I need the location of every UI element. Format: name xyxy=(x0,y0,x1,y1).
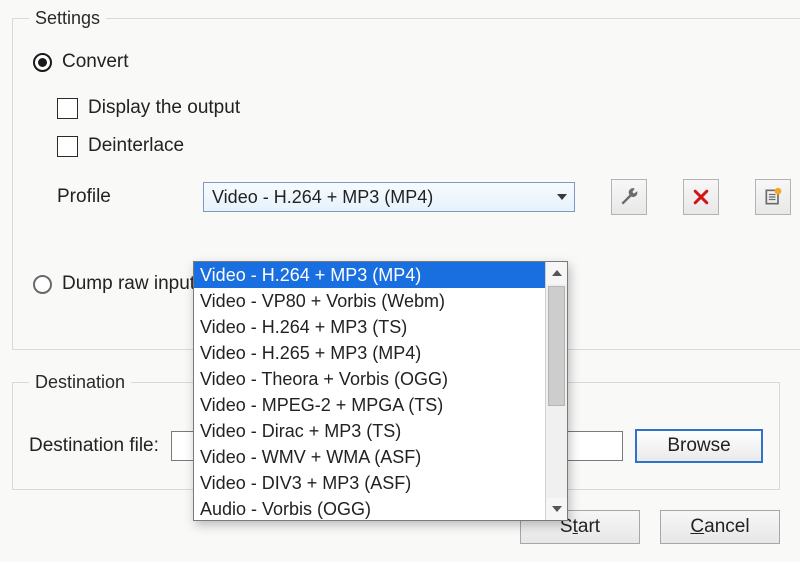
delete-icon xyxy=(691,187,711,207)
chevron-up-icon xyxy=(552,270,562,276)
dump-raw-label: Dump raw input xyxy=(62,273,195,295)
radio-icon xyxy=(33,275,52,294)
cancel-button[interactable]: Cancel xyxy=(660,510,780,544)
radio-icon xyxy=(33,53,52,72)
profile-option[interactable]: Video - VP80 + Vorbis (Webm) xyxy=(194,288,545,314)
profile-option[interactable]: Video - MPEG-2 + MPGA (TS) xyxy=(194,392,545,418)
new-profile-icon xyxy=(763,187,783,207)
edit-profile-button[interactable] xyxy=(611,179,647,215)
scrollbar-thumb[interactable] xyxy=(548,286,565,406)
checkbox-icon xyxy=(57,136,78,157)
deinterlace-label: Deinterlace xyxy=(88,135,184,157)
wrench-icon xyxy=(619,187,639,207)
profile-combobox[interactable]: Video - H.264 + MP3 (MP4) xyxy=(203,182,575,212)
profile-option[interactable]: Video - H.264 + MP3 (MP4) xyxy=(194,262,545,288)
profile-option[interactable]: Video - H.264 + MP3 (TS) xyxy=(194,314,545,340)
display-output-checkbox[interactable]: Display the output xyxy=(57,97,791,119)
settings-legend: Settings xyxy=(29,8,106,29)
destination-file-label: Destination file: xyxy=(29,435,159,457)
scrollbar[interactable] xyxy=(545,262,567,520)
destination-legend: Destination xyxy=(29,372,131,393)
new-profile-button[interactable] xyxy=(755,179,791,215)
profile-option[interactable]: Audio - Vorbis (OGG) xyxy=(194,496,545,520)
profile-option[interactable]: Video - DIV3 + MP3 (ASF) xyxy=(194,470,545,496)
convert-label: Convert xyxy=(62,51,129,73)
profile-option[interactable]: Video - Dirac + MP3 (TS) xyxy=(194,418,545,444)
profile-dropdown-items: Video - H.264 + MP3 (MP4) Video - VP80 +… xyxy=(194,262,545,520)
browse-button[interactable]: Browse xyxy=(635,429,763,463)
convert-radio[interactable]: Convert xyxy=(33,51,791,73)
checkbox-icon xyxy=(57,98,78,119)
chevron-down-icon xyxy=(557,194,567,200)
scroll-up-button[interactable] xyxy=(546,262,567,284)
deinterlace-checkbox[interactable]: Deinterlace xyxy=(57,135,791,157)
display-output-label: Display the output xyxy=(88,97,240,119)
chevron-down-icon xyxy=(552,506,562,512)
profile-selected-text: Video - H.264 + MP3 (MP4) xyxy=(212,187,433,208)
profile-option[interactable]: Video - Theora + Vorbis (OGG) xyxy=(194,366,545,392)
profile-option[interactable]: Video - WMV + WMA (ASF) xyxy=(194,444,545,470)
profile-label: Profile xyxy=(57,186,175,208)
profile-option[interactable]: Video - H.265 + MP3 (MP4) xyxy=(194,340,545,366)
profile-dropdown-list[interactable]: Video - H.264 + MP3 (MP4) Video - VP80 +… xyxy=(193,261,568,521)
delete-profile-button[interactable] xyxy=(683,179,719,215)
scroll-down-button[interactable] xyxy=(546,498,567,520)
profile-row: Profile Video - H.264 + MP3 (MP4) xyxy=(57,179,791,215)
